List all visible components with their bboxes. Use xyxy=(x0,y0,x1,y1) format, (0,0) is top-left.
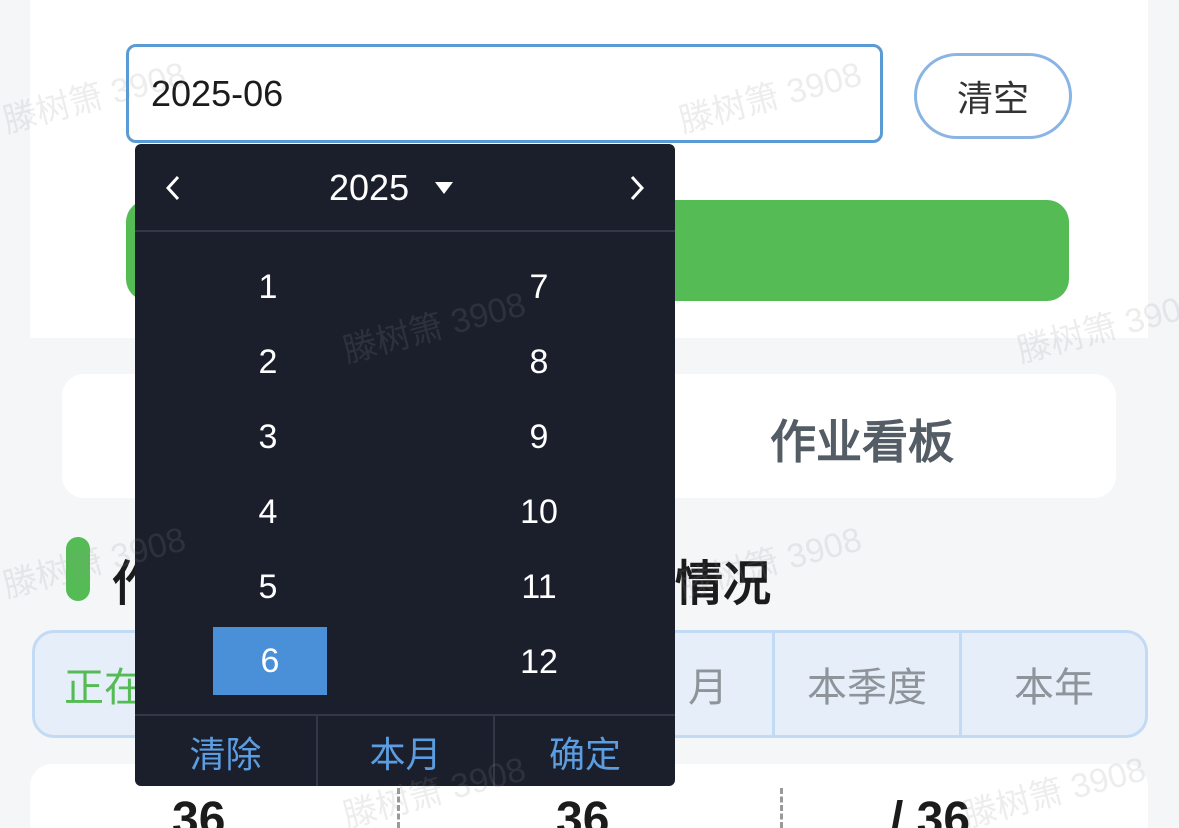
month-option[interactable]: 5 xyxy=(211,553,325,621)
filter-quarter[interactable]: 本季度 xyxy=(775,630,959,738)
filter-month[interactable]: 月 xyxy=(688,630,772,738)
month-option[interactable]: 10 xyxy=(482,478,596,546)
month-option[interactable]: 11 xyxy=(482,553,596,621)
month-option[interactable]: 12 xyxy=(482,628,596,696)
next-year-button[interactable] xyxy=(619,170,655,206)
tab-work-board[interactable]: 作业看板 xyxy=(770,406,954,472)
stat-divider xyxy=(780,788,783,828)
stat-divider xyxy=(397,788,400,828)
clear-button[interactable]: 清空 xyxy=(914,53,1072,139)
month-input[interactable]: 2025-06 xyxy=(126,44,883,143)
chevron-right-icon xyxy=(630,175,645,201)
picker-footer: 清除 本月 确定 xyxy=(135,714,675,786)
year-select[interactable]: 2025 xyxy=(329,166,454,210)
section-marker xyxy=(66,537,90,601)
month-option[interactable]: 1 xyxy=(211,253,325,321)
month-input-value: 2025-06 xyxy=(151,72,284,114)
month-option[interactable]: 7 xyxy=(482,253,596,321)
month-option[interactable]: 2 xyxy=(211,328,325,396)
picker-this-month-button[interactable]: 本月 xyxy=(318,716,493,786)
stat-value-2: 36 xyxy=(556,793,610,828)
month-option-selected[interactable]: 6 xyxy=(213,627,327,695)
month-picker-popup: 2025 1 2 3 4 5 6 7 8 9 10 11 12 清除 本月 确定 xyxy=(135,144,675,786)
clear-button-label: 清空 xyxy=(956,78,1029,119)
stat-value-3: / 36 xyxy=(890,793,971,828)
month-option[interactable]: 4 xyxy=(211,478,325,546)
month-option[interactable]: 9 xyxy=(482,403,596,471)
picker-header: 2025 xyxy=(135,144,675,232)
section-title-end: 情况 xyxy=(675,558,772,611)
prev-year-button[interactable] xyxy=(155,170,191,206)
caret-down-icon xyxy=(435,182,454,194)
year-label: 2025 xyxy=(329,167,410,208)
month-option[interactable]: 8 xyxy=(482,328,596,396)
month-option[interactable]: 3 xyxy=(211,403,325,471)
picker-clear-button[interactable]: 清除 xyxy=(135,716,316,786)
filter-year[interactable]: 本年 xyxy=(962,630,1146,738)
stat-value-1: 36 xyxy=(172,793,226,828)
chevron-left-icon xyxy=(165,175,180,201)
picker-confirm-button[interactable]: 确定 xyxy=(495,716,675,786)
